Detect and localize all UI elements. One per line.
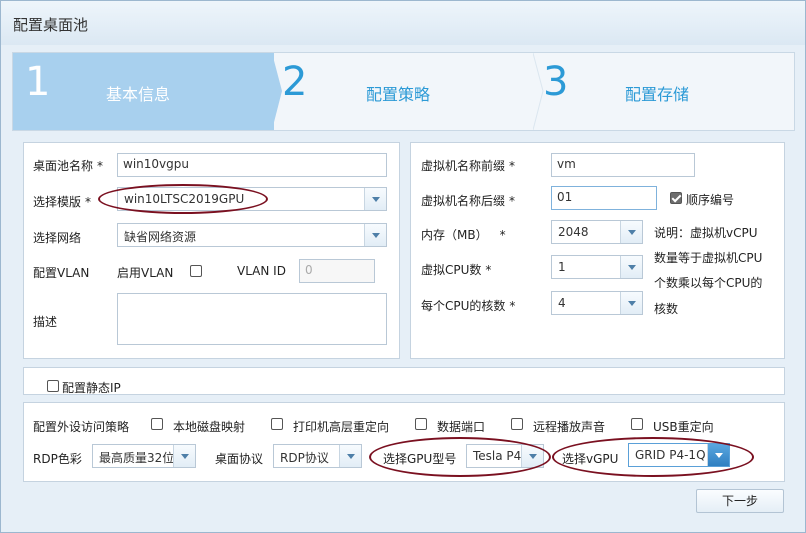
step-storage[interactable]: 3 配置存储 <box>535 53 796 130</box>
chevron-down-icon[interactable] <box>620 221 642 243</box>
printer-redirect-label: 打印机高层重定向 <box>293 420 390 434</box>
chevron-down-icon[interactable] <box>339 445 361 467</box>
vlan-id-input[interactable]: 0 <box>299 259 375 283</box>
cpu-note-line: 个数乘以每个CPU的 <box>654 276 763 290</box>
vlan-id-label: VLAN ID <box>237 264 286 278</box>
network-label: 选择网络 <box>33 231 82 245</box>
vlan-label: 配置VLAN <box>33 266 90 280</box>
step-number: 3 <box>543 59 569 105</box>
memory-label: 内存（MB） * <box>421 228 506 242</box>
chevron-down-icon[interactable] <box>707 444 729 466</box>
cpu-note-line: 核数 <box>654 302 679 316</box>
cpu-note-line: 说明：虚拟机vCPU <box>654 226 758 240</box>
cpu-note-line: 数量等于虚拟机CPU <box>654 251 763 265</box>
step-policy[interactable]: 2 配置策略 <box>274 53 535 130</box>
pool-name-label: 桌面池名称 * <box>33 159 104 173</box>
chevron-down-icon[interactable] <box>620 292 642 314</box>
peripheral-panel: 配置外设访问策略 本地磁盘映射 打印机高层重定向 数据端口 远程播放声音 USB… <box>23 402 785 482</box>
step-label: 配置策略 <box>366 85 431 104</box>
vgpu-label: 选择vGPU <box>562 452 619 466</box>
description-label: 描述 <box>33 315 58 329</box>
enable-vlan-checkbox[interactable] <box>190 265 202 277</box>
static-ip-checkbox[interactable] <box>47 380 59 392</box>
enable-vlan-label: 启用VLAN <box>117 266 174 280</box>
static-ip-label: 配置静态IP <box>62 381 121 395</box>
gpu-type-label: 选择GPU型号 <box>383 452 457 466</box>
usb-redirect-label: USB重定向 <box>653 420 714 434</box>
vm-config-panel: 虚拟机名称前缀 * vm 虚拟机名称后缀 * 01 顺序编号 内存（MB） * 204… <box>410 142 785 359</box>
template-label: 选择模版 * <box>33 195 92 209</box>
memory-select[interactable]: 2048 <box>551 220 643 244</box>
network-select[interactable]: 缺省网络资源 <box>117 223 387 247</box>
next-button[interactable]: 下一步 <box>696 489 784 513</box>
cores-label: 每个CPU的核数 * <box>421 299 516 313</box>
chevron-down-icon[interactable] <box>364 224 386 246</box>
remote-audio-checkbox[interactable] <box>511 418 523 430</box>
data-port-checkbox[interactable] <box>415 418 427 430</box>
chevron-down-icon[interactable] <box>173 445 195 467</box>
gpu-type-select[interactable]: Tesla P4 <box>466 444 544 468</box>
static-ip-panel: 配置静态IP <box>23 367 785 395</box>
basic-info-panel: 桌面池名称 * win10vgpu 选择模版 * win10LTSC2019GPU … <box>23 142 400 359</box>
rdp-color-label: RDP色彩 <box>33 452 82 466</box>
vm-prefix-label: 虚拟机名称前缀 * <box>421 159 516 173</box>
cores-select[interactable]: 4 <box>551 291 643 315</box>
step-number: 2 <box>282 59 308 105</box>
template-select[interactable]: win10LTSC2019GPU <box>117 187 387 211</box>
peripheral-policy-label: 配置外设访问策略 <box>33 420 130 434</box>
vm-suffix-label: 虚拟机名称后缀 * <box>421 194 516 208</box>
remote-audio-label: 远程播放声音 <box>533 420 606 434</box>
pool-name-input[interactable]: win10vgpu <box>117 153 387 177</box>
sequential-number-label: 顺序编号 <box>686 193 735 207</box>
rdp-color-select[interactable]: 最高质量32位 <box>92 444 196 468</box>
dialog-title: 配置桌面池 <box>13 16 89 34</box>
step-label: 基本信息 <box>106 85 171 104</box>
wizard-steps: 1 基本信息 2 配置策略 3 配置存储 <box>12 52 795 131</box>
chevron-down-icon[interactable] <box>521 445 543 467</box>
vgpu-select[interactable]: GRID P4-1Q <box>628 443 730 467</box>
vm-prefix-input[interactable]: vm <box>551 153 695 177</box>
step-label: 配置存储 <box>625 85 690 104</box>
data-port-label: 数据端口 <box>437 420 486 434</box>
sequential-number-checkbox[interactable] <box>670 192 682 204</box>
vm-suffix-input[interactable]: 01 <box>551 186 657 210</box>
chevron-down-icon[interactable] <box>364 188 386 210</box>
vcpu-select[interactable]: 1 <box>551 255 643 279</box>
vcpu-label: 虚拟CPU数 * <box>421 263 492 277</box>
chevron-down-icon[interactable] <box>620 256 642 278</box>
usb-redirect-checkbox[interactable] <box>631 418 643 430</box>
printer-redirect-checkbox[interactable] <box>271 418 283 430</box>
step-basic-info[interactable]: 1 基本信息 <box>13 53 274 130</box>
step-number: 1 <box>25 59 51 105</box>
desktop-protocol-label: 桌面协议 <box>215 452 264 466</box>
local-disk-label: 本地磁盘映射 <box>173 420 246 434</box>
desktop-protocol-select[interactable]: RDP协议 <box>273 444 362 468</box>
configure-pool-dialog: 配置桌面池 1 基本信息 2 配置策略 3 配置存储 桌面池名称 * win10v… <box>0 0 806 533</box>
description-textarea[interactable] <box>117 293 387 345</box>
local-disk-checkbox[interactable] <box>151 418 163 430</box>
title-bar: 配置桌面池 <box>1 1 805 45</box>
